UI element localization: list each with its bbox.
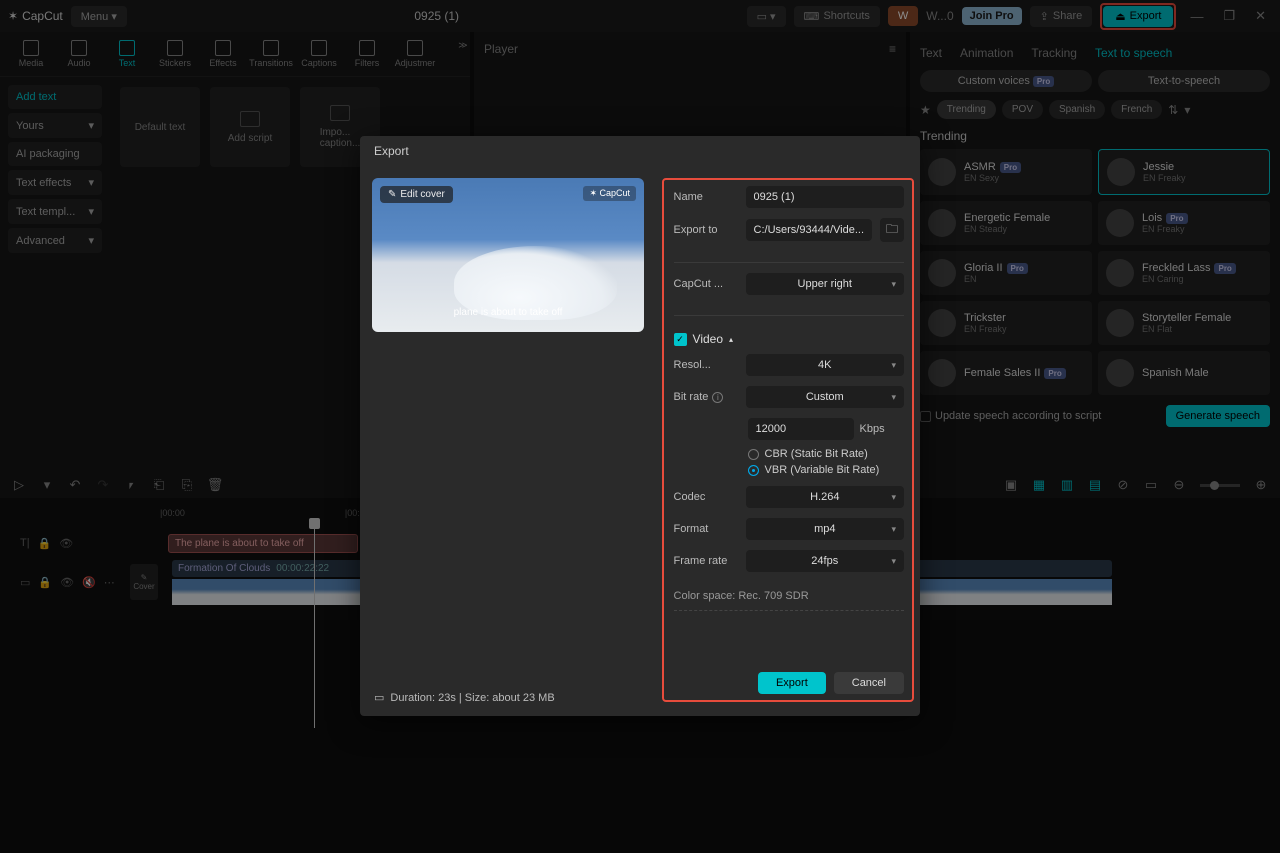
color-space-info: Color space: Rec. 709 SDR [674,590,904,602]
codec-label: Codec [674,491,738,503]
cover-preview: ✎ Edit cover ✶ CapCut plane is about to … [372,178,644,332]
cancel-button[interactable]: Cancel [834,672,904,694]
kbps-label: Kbps [860,423,885,435]
capcut-label: CapCut ... [674,278,738,290]
format-label: Format [674,523,738,535]
codec-select[interactable]: H.264 [746,486,904,508]
bitrate-value-input[interactable] [748,418,854,440]
export-confirm-button[interactable]: Export [758,672,826,694]
format-select[interactable]: mp4 [746,518,904,540]
frame-rate-label: Frame rate [674,555,738,567]
video-section[interactable]: ✓Video▴ [674,332,904,346]
cbr-radio[interactable]: CBR (Static Bit Rate) [748,448,904,460]
frame-rate-select[interactable]: 24fps [746,550,904,572]
export-dialog: Export ✎ Edit cover ✶ CapCut plane is ab… [360,136,920,716]
resolution-label: Resol... [674,359,738,371]
export-to-label: Export to [674,224,738,236]
bitrate-label: Bit ratei [674,391,738,403]
name-label: Name [674,191,738,203]
bitrate-select[interactable]: Custom [746,386,904,408]
file-info: ▭ Duration: 23s | Size: about 23 MB [374,691,555,704]
vbr-radio[interactable]: VBR (Variable Bit Rate) [748,464,904,476]
export-path: C:/Users/93444/Vide... [746,219,872,241]
export-dialog-title: Export [360,136,920,166]
cover-logo: ✶ CapCut [583,186,636,201]
cover-caption: plane is about to take off [454,307,563,318]
capcut-select[interactable]: Upper right [746,273,904,295]
browse-folder-button[interactable]: 🗀 [880,218,904,242]
resolution-select[interactable]: 4K [746,354,904,376]
edit-cover-button[interactable]: ✎ Edit cover [380,186,453,203]
name-input[interactable] [746,186,904,208]
info-icon[interactable]: i [712,392,723,403]
